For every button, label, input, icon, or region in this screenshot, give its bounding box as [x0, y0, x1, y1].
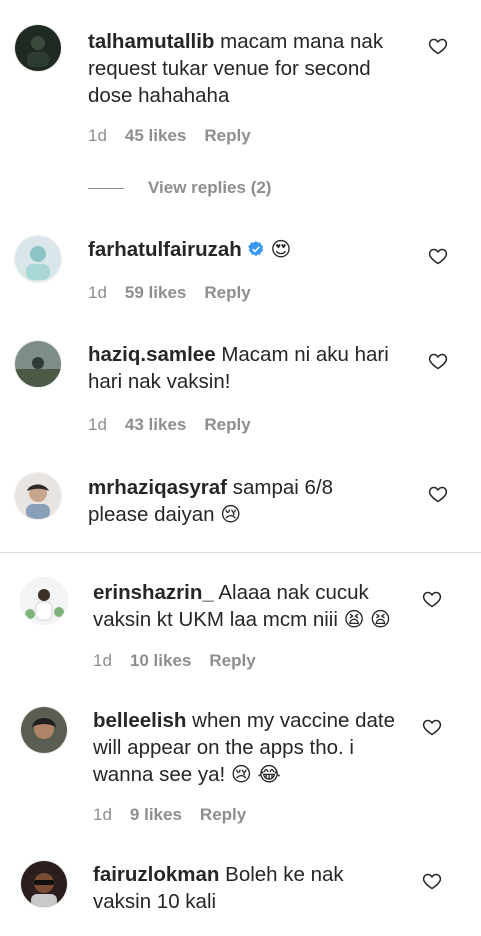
username[interactable]: belleelish	[93, 709, 186, 732]
section-divider	[0, 552, 481, 553]
username[interactable]: erinshazrin_	[93, 581, 214, 604]
avatar[interactable]	[14, 340, 62, 388]
username[interactable]: haziq.samlee	[88, 343, 216, 366]
emoji: 😢 😂	[230, 764, 281, 786]
likes-count[interactable]: 10 likes	[130, 651, 191, 671]
comment-age: 1d	[88, 126, 107, 145]
reply-button[interactable]: Reply	[204, 415, 250, 435]
avatar[interactable]	[20, 706, 68, 754]
emoji: 😢	[220, 504, 242, 526]
emoji: 😍	[270, 239, 292, 261]
comment-text: mrhaziqasyraf sampai 6/8 please daiyan 😢	[88, 474, 398, 529]
reply-button[interactable]: Reply	[204, 126, 250, 146]
comment-meta: 1d 9 likes Reply	[93, 805, 246, 825]
likes-count[interactable]: 9 likes	[130, 805, 182, 825]
comment-age: 1d	[88, 283, 107, 302]
avatar[interactable]	[14, 235, 62, 283]
username[interactable]: mrhaziqasyraf	[88, 476, 227, 499]
reply-button[interactable]: Reply	[209, 651, 255, 671]
like-heart-icon[interactable]	[422, 871, 442, 891]
view-replies-button[interactable]: View replies (2)	[88, 178, 271, 198]
likes-count[interactable]: 59 likes	[125, 283, 186, 303]
likes-count[interactable]: 43 likes	[125, 415, 186, 435]
reply-button[interactable]: Reply	[204, 283, 250, 303]
comment-age: 1d	[93, 805, 112, 824]
like-heart-icon[interactable]	[428, 351, 448, 371]
emoji: 😫 😫	[343, 609, 391, 631]
likes-count[interactable]: 45 likes	[125, 126, 186, 146]
like-heart-icon[interactable]	[428, 484, 448, 504]
comment-meta: 1d 59 likes Reply	[88, 283, 251, 303]
avatar[interactable]	[14, 472, 62, 520]
replies-line	[88, 187, 124, 189]
comment-meta: 1d 10 likes Reply	[93, 651, 256, 671]
like-heart-icon[interactable]	[422, 717, 442, 737]
like-heart-icon[interactable]	[428, 246, 448, 266]
comment-text: farhatulfairuzah 😍	[88, 236, 398, 264]
comment-meta: 1d 45 likes Reply	[88, 126, 251, 146]
like-heart-icon[interactable]	[428, 36, 448, 56]
comment-text: talhamutallib macam mana nak request tuk…	[88, 28, 398, 109]
comment-age: 1d	[93, 651, 112, 670]
comment-age: 1d	[88, 415, 107, 434]
comment-meta: 1d 43 likes Reply	[88, 415, 251, 435]
view-replies-label: View replies (2)	[148, 178, 272, 197]
avatar[interactable]	[20, 860, 68, 908]
comment-text: fairuzlokman Boleh ke nak vaksin 10 kali	[93, 861, 403, 915]
comment-text: belleelish when my vaccine date will app…	[93, 707, 403, 789]
like-heart-icon[interactable]	[422, 589, 442, 609]
comment-text: haziq.samlee Macam ni aku hari hari nak …	[88, 341, 398, 395]
reply-button[interactable]: Reply	[200, 805, 246, 825]
username[interactable]: fairuzlokman	[93, 863, 219, 886]
username[interactable]: talhamutallib	[88, 30, 214, 53]
verified-badge-icon	[247, 238, 265, 256]
comment-text: erinshazrin_ Alaaa nak cucuk vaksin kt U…	[93, 579, 403, 634]
avatar[interactable]	[20, 577, 68, 625]
avatar[interactable]	[14, 24, 62, 72]
username[interactable]: farhatulfairuzah	[88, 238, 242, 261]
